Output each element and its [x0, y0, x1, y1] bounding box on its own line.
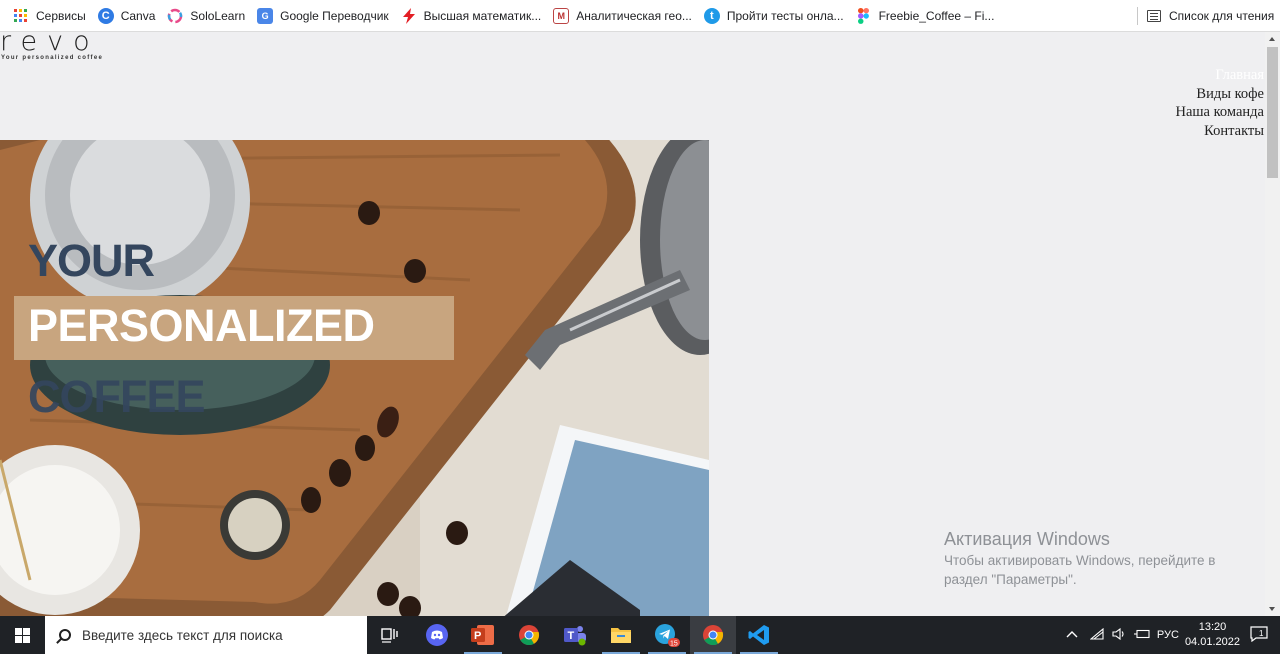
bookmark-label: Canva	[120, 8, 156, 23]
reading-list-button[interactable]: Список для чтения	[1147, 0, 1274, 31]
windows-taskbar: Введите здесь текст для поиска P T 15 РУ…	[0, 616, 1280, 654]
apps-grid-icon	[13, 8, 29, 24]
clock-time: 13:20	[1198, 621, 1227, 633]
nav-link-home[interactable]: Главная	[1175, 66, 1264, 85]
nav-link-our-team[interactable]: Наша команда	[1175, 103, 1264, 122]
logo-text: revo	[0, 32, 100, 57]
svg-text:T: T	[568, 630, 575, 642]
windows-logo-icon	[15, 627, 30, 643]
lightning-icon	[401, 7, 417, 24]
bookmark-higher-math[interactable]: Высшая математик...	[401, 7, 542, 24]
teams-icon[interactable]: T	[552, 616, 598, 654]
notification-count: 1	[1259, 629, 1264, 638]
bookmark-figma[interactable]: Freebie_Coffee – Fi...	[856, 7, 995, 24]
hero-title-line-1: YOUR	[28, 235, 155, 286]
taskbar-search-box[interactable]: Введите здесь текст для поиска	[45, 616, 367, 654]
canva-icon: C	[97, 7, 114, 24]
reading-list-icon	[1147, 9, 1161, 22]
test-site-icon: t	[703, 7, 720, 24]
hero-banner: YOUR PERSONALIZED COFFEE	[0, 140, 709, 616]
logo-tagline: Your personalized coffee	[1, 55, 104, 61]
site-logo[interactable]: revo Your personalized coffee	[0, 32, 110, 68]
notifications-icon[interactable]: 1	[1250, 625, 1268, 645]
scroll-up-arrow-icon[interactable]	[1265, 32, 1280, 46]
hero-title-line-3: COFFEE	[28, 371, 206, 422]
bookmark-canva[interactable]: C Canva	[97, 7, 156, 24]
bookmark-label: Сервисы	[36, 8, 86, 23]
vscode-icon[interactable]	[736, 616, 782, 654]
bookmark-sololearn[interactable]: SoloLearn	[167, 8, 245, 24]
scroll-down-arrow-icon[interactable]	[1265, 602, 1280, 616]
wifi-icon[interactable]	[1089, 627, 1104, 643]
site-icon: M	[553, 7, 570, 24]
figma-icon	[856, 7, 872, 24]
task-view-icon[interactable]	[367, 616, 413, 654]
telegram-icon[interactable]: 15	[644, 616, 690, 654]
bookmark-label: Высшая математик...	[423, 8, 542, 23]
start-button[interactable]	[0, 616, 45, 654]
page-scrollbar[interactable]	[1265, 32, 1280, 616]
bookmark-label: Freebie_Coffee – Fi...	[878, 8, 995, 23]
bookmark-label: SoloLearn	[190, 8, 246, 23]
bookmarks-bar: Сервисы C Canva SoloLearn G Google Перев…	[0, 0, 1280, 32]
nav-link-contacts[interactable]: Контакты	[1175, 122, 1264, 141]
reading-list-label: Список для чтения	[1169, 8, 1275, 23]
scroll-thumb[interactable]	[1267, 47, 1278, 178]
bookmark-label: Аналитическая гео...	[576, 8, 692, 23]
bookmark-online-tests[interactable]: t Пройти тесты онла...	[703, 7, 844, 24]
nav-link-coffee-types[interactable]: Виды кофе	[1175, 85, 1264, 104]
search-icon	[59, 629, 71, 641]
chrome-icon[interactable]	[506, 616, 552, 654]
discord-icon[interactable]	[414, 616, 460, 654]
activation-title: Активация Windows	[944, 529, 1110, 549]
powerpoint-icon[interactable]: P	[460, 616, 506, 654]
sololearn-icon	[167, 8, 183, 24]
hero-title-line-2: PERSONALIZED	[28, 300, 375, 351]
bookmark-google-translate[interactable]: G Google Переводчик	[257, 7, 389, 24]
volume-icon[interactable]	[1112, 627, 1126, 643]
clock-date: 04.01.2022	[1184, 636, 1240, 648]
google-translate-icon: G	[257, 7, 274, 24]
file-explorer-icon[interactable]	[598, 616, 644, 654]
svg-text:P: P	[474, 630, 481, 642]
web-page: revo Your personalized coffee Главная Ви…	[0, 32, 1265, 616]
language-indicator[interactable]: РУС	[1157, 629, 1179, 641]
bookmark-analytic-geometry[interactable]: M Аналитическая гео...	[553, 7, 692, 24]
activation-text: Чтобы активировать Windows, перейдите в …	[944, 553, 1216, 587]
windows-activation-watermark: Активация Windows Чтобы активировать Win…	[944, 528, 1244, 589]
taskbar-clock[interactable]: 13:20 04.01.2022	[1185, 620, 1240, 650]
chevron-up-icon[interactable]	[1066, 629, 1078, 641]
chrome-active-icon[interactable]	[690, 616, 736, 654]
bookmark-label: Пройти тесты онла...	[726, 8, 844, 23]
battery-icon[interactable]	[1133, 629, 1150, 642]
bookmark-label: Google Переводчик	[280, 8, 389, 23]
main-nav: Главная Виды кофе Наша команда Контакты	[1175, 66, 1264, 140]
telegram-badge: 15	[670, 641, 678, 648]
search-placeholder: Введите здесь текст для поиска	[82, 627, 283, 643]
bookmark-services[interactable]: Сервисы	[13, 8, 86, 24]
system-tray: РУС 13:20 04.01.2022 1	[1066, 616, 1280, 654]
bookmarks-divider	[1137, 7, 1138, 25]
